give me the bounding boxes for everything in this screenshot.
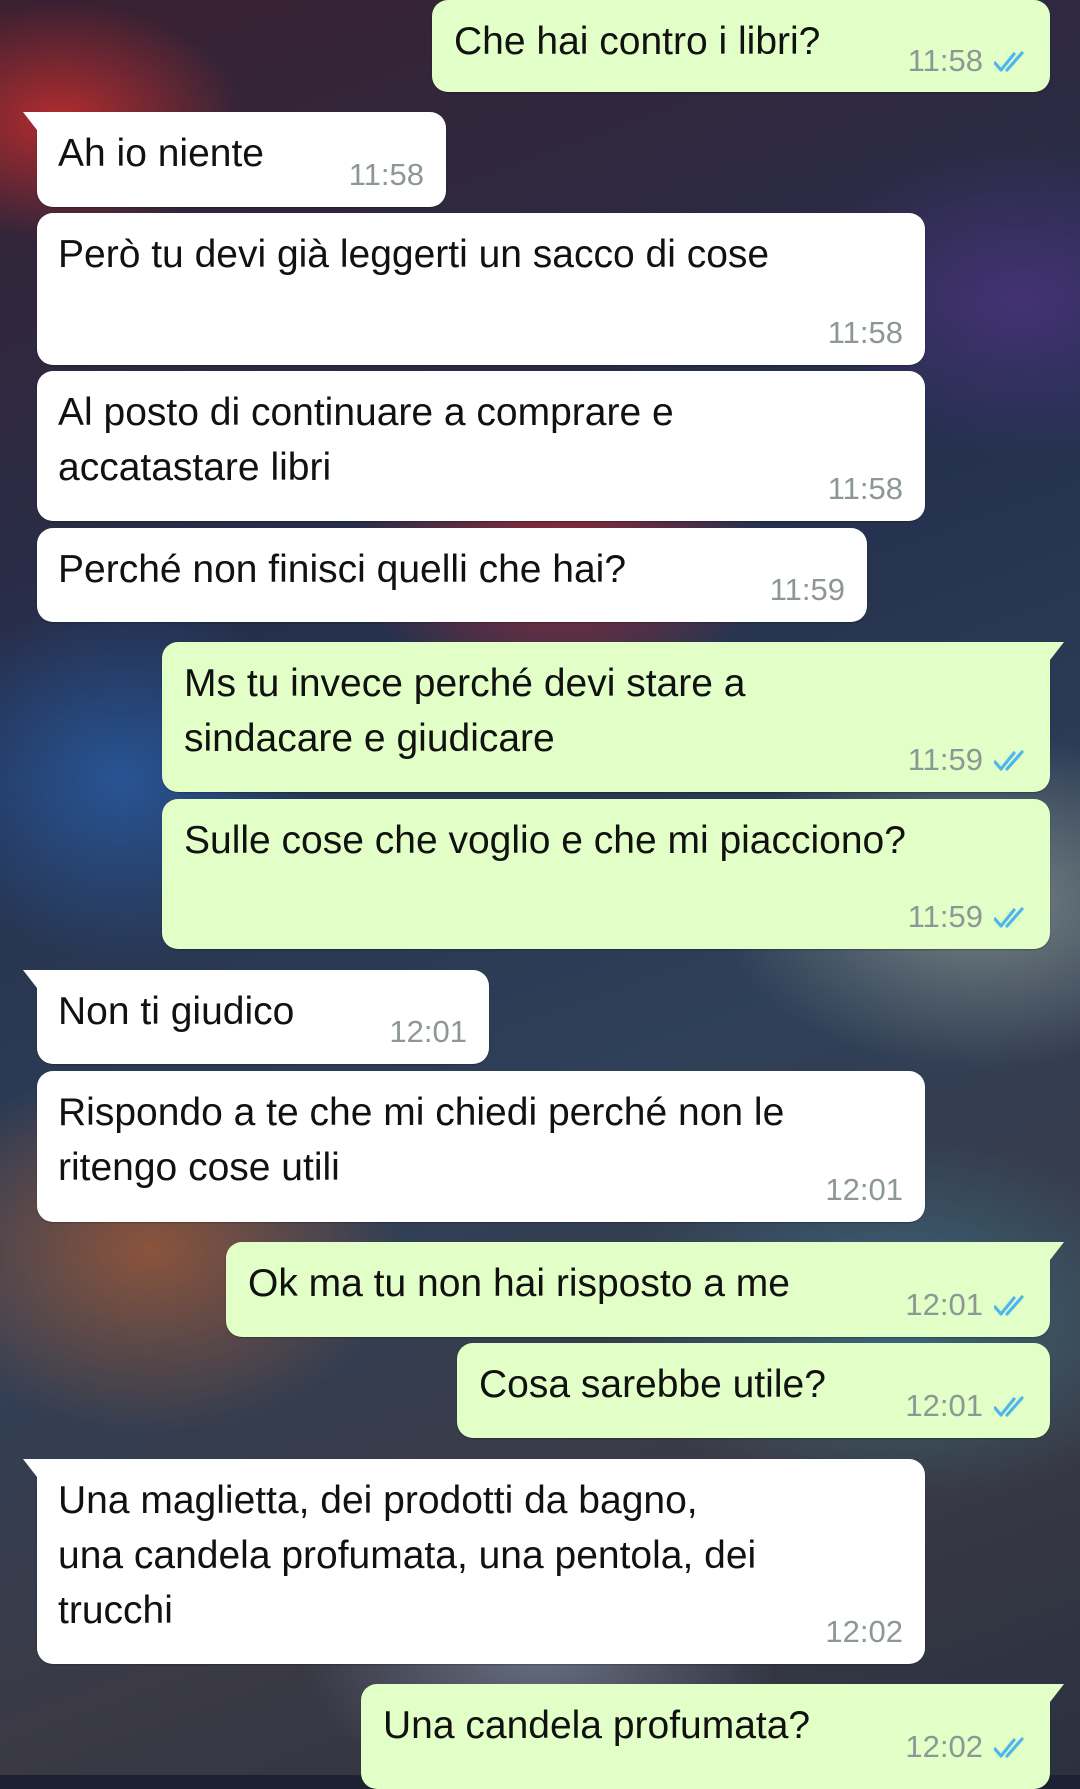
outgoing-message[interactable]: Ok ma tu non hai risposto a me 12:01 bbox=[226, 1242, 1064, 1337]
message-line: Cosa sarebbe utile? bbox=[479, 1363, 826, 1406]
message-text: Ms tu invece perché devi stare a sindaca… bbox=[184, 656, 745, 766]
outgoing-message[interactable]: Ms tu invece perché devi stare a sindaca… bbox=[162, 642, 1064, 792]
message-line: Che hai contro i libri? bbox=[454, 20, 821, 63]
message-time: 11:58 bbox=[348, 157, 424, 192]
message-time: 12:01 bbox=[905, 1287, 983, 1322]
read-ticks-icon bbox=[994, 1396, 1024, 1417]
message-text: Sulle cose che voglio e che mi piacciono… bbox=[184, 813, 906, 868]
message-line: Ah io niente bbox=[58, 132, 264, 175]
read-ticks-icon bbox=[994, 907, 1024, 928]
message-time: 12:01 bbox=[825, 1172, 903, 1207]
message-text: Una candela profumata? bbox=[383, 1698, 810, 1753]
outgoing-message[interactable]: Cosa sarebbe utile? 12:01 bbox=[457, 1343, 1050, 1438]
message-time: 11:59 bbox=[769, 572, 845, 607]
incoming-message[interactable]: Non ti giudico 12:01 bbox=[23, 970, 489, 1064]
message-line: Perché non finisci quelli che hai? bbox=[58, 548, 627, 591]
message-line: Ok ma tu non hai risposto a me bbox=[248, 1262, 790, 1305]
message-line: una candela profumata, una pentola, dei bbox=[58, 1534, 757, 1577]
message-line: Al posto di continuare a comprare e bbox=[58, 391, 674, 434]
message-line: accatastare libri bbox=[58, 446, 332, 489]
message-line: Sulle cose che voglio e che mi piacciono… bbox=[184, 819, 906, 862]
read-ticks-icon bbox=[994, 750, 1024, 771]
message-text: Che hai contro i libri? bbox=[454, 14, 820, 69]
message-text: Rispondo a te che mi chiedi perché non l… bbox=[58, 1085, 784, 1195]
outgoing-message[interactable]: Che hai contro i libri? 11:58 bbox=[432, 0, 1050, 92]
message-time: 11:58 bbox=[907, 43, 983, 78]
incoming-message[interactable]: Ah io niente 11:58 bbox=[23, 112, 446, 207]
message-time: 12:01 bbox=[905, 1388, 983, 1423]
incoming-message[interactable]: Però tu devi già leggerti un sacco di co… bbox=[37, 213, 925, 365]
read-ticks-icon bbox=[994, 1737, 1024, 1758]
message-line: ritengo cose utili bbox=[58, 1146, 340, 1189]
outgoing-message[interactable]: Sulle cose che voglio e che mi piacciono… bbox=[162, 799, 1050, 949]
message-time: 11:59 bbox=[907, 899, 983, 934]
message-text: Cosa sarebbe utile? bbox=[479, 1357, 826, 1412]
message-text: Al posto di continuare a comprare e acca… bbox=[58, 385, 674, 495]
incoming-message[interactable]: Perché non finisci quelli che hai? 11:59 bbox=[37, 528, 867, 622]
message-text: Non ti giudico bbox=[58, 984, 294, 1039]
message-line: Non ti giudico bbox=[58, 990, 295, 1033]
message-time: 12:02 bbox=[825, 1614, 903, 1649]
message-line: Una maglietta, dei prodotti da bagno, bbox=[58, 1479, 698, 1522]
read-ticks-icon bbox=[994, 1295, 1024, 1316]
incoming-message[interactable]: Una maglietta, dei prodotti da bagno, un… bbox=[23, 1459, 925, 1664]
read-ticks-icon bbox=[994, 51, 1024, 72]
message-line: Una candela profumata? bbox=[383, 1704, 811, 1747]
message-text: Ok ma tu non hai risposto a me bbox=[248, 1256, 790, 1311]
message-line: trucchi bbox=[58, 1589, 173, 1632]
message-text: Ah io niente bbox=[58, 126, 264, 181]
incoming-message[interactable]: Al posto di continuare a comprare e acca… bbox=[37, 371, 925, 521]
outgoing-message[interactable]: Una candela profumata? 12:02 bbox=[361, 1684, 1064, 1789]
message-line: sindacare e giudicare bbox=[184, 717, 555, 760]
message-time: 12:01 bbox=[389, 1014, 467, 1049]
message-time: 11:58 bbox=[827, 471, 903, 506]
message-line: Rispondo a te che mi chiedi perché non l… bbox=[58, 1091, 785, 1134]
message-time: 11:58 bbox=[827, 315, 903, 350]
message-time: 12:02 bbox=[905, 1729, 983, 1764]
message-text: Una maglietta, dei prodotti da bagno, un… bbox=[58, 1473, 756, 1638]
message-line: Però tu devi già leggerti un sacco di co… bbox=[58, 233, 770, 276]
message-line: Ms tu invece perché devi stare a bbox=[184, 662, 746, 705]
incoming-message[interactable]: Rispondo a te che mi chiedi perché non l… bbox=[37, 1071, 925, 1222]
message-text: Però tu devi già leggerti un sacco di co… bbox=[58, 227, 769, 282]
message-time: 11:59 bbox=[907, 742, 983, 777]
message-text: Perché non finisci quelli che hai? bbox=[58, 542, 626, 597]
